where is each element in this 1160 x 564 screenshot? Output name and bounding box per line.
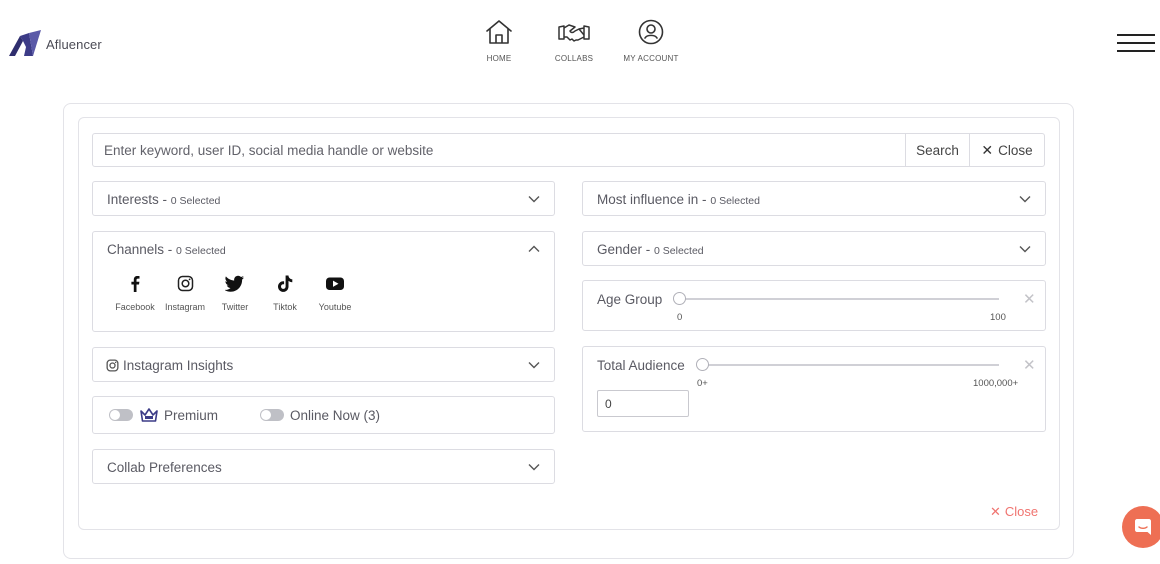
channel-tiktok-label: Tiktok: [273, 302, 297, 312]
nav-my-account-label: MY ACCOUNT: [623, 54, 679, 63]
channel-twitter[interactable]: Twitter: [209, 275, 261, 315]
nav-collabs[interactable]: COLLABS: [549, 18, 599, 63]
total-audience-min-label: 0+: [697, 378, 708, 389]
collab-preferences-title: Collab Preferences: [107, 459, 222, 475]
most-influence-dropdown[interactable]: Most influence in - 0 Selected: [582, 181, 1046, 216]
toggles-row-box: Premium Online Now (3): [92, 396, 555, 434]
chevron-down-icon: [528, 464, 540, 471]
search-button[interactable]: Search: [905, 134, 969, 166]
chevron-down-icon: [1019, 196, 1031, 203]
age-group-track[interactable]: [679, 298, 999, 300]
total-audience-clear-icon[interactable]: ✕: [1023, 356, 1036, 374]
total-audience-filter: Total Audience 0+ 1000,000+ ✕: [582, 346, 1046, 432]
close-filters-button[interactable]: ✕ Close: [990, 504, 1038, 520]
premium-label: Premium: [164, 407, 219, 423]
search-input[interactable]: [93, 134, 905, 166]
total-audience-input[interactable]: [597, 390, 689, 417]
age-group-label: Age Group: [597, 292, 663, 307]
nav-home[interactable]: HOME: [479, 18, 519, 63]
hamburger-menu-button[interactable]: [1117, 34, 1155, 54]
collab-preferences-dropdown[interactable]: Collab Preferences: [92, 449, 555, 484]
handshake-icon: [558, 24, 590, 42]
close-search-button[interactable]: ✕ Close: [969, 134, 1044, 166]
age-group-min-label: 0: [677, 312, 683, 323]
channel-instagram[interactable]: Instagram: [159, 275, 211, 315]
search-bar: Search ✕ Close: [92, 133, 1045, 167]
chevron-down-icon: [528, 362, 540, 369]
channels-title: Channels - 0 Selected: [107, 241, 226, 257]
age-group-filter: Age Group 0 100 ✕: [582, 280, 1046, 331]
online-now-label: Online Now (3): [290, 407, 381, 423]
interests-dropdown[interactable]: Interests - 0 Selected: [92, 181, 555, 216]
nav-home-label: HOME: [486, 54, 512, 63]
total-audience-label: Total Audience: [597, 358, 685, 373]
channel-youtube-label: Youtube: [318, 302, 352, 312]
age-group-max-label: 100: [990, 312, 1006, 323]
hamburger-line: [1117, 34, 1155, 36]
channels-panel: Channels - 0 Selected Facebook Instagram…: [92, 231, 555, 332]
total-audience-max-label: 1000,000+: [973, 378, 1019, 389]
age-group-clear-icon[interactable]: ✕: [1023, 290, 1036, 308]
close-icon: ✕: [981, 141, 994, 158]
close-icon: ✕: [990, 504, 1001, 519]
home-icon: [486, 20, 512, 44]
gender-title: Gender - 0 Selected: [597, 241, 704, 257]
channel-instagram-label: Instagram: [164, 302, 206, 312]
age-group-slider-handle[interactable]: [673, 292, 686, 305]
facebook-icon: [131, 276, 140, 292]
instagram-insights-title: Instagram Insights: [106, 358, 233, 373]
tiktok-icon: [278, 275, 293, 292]
channel-youtube[interactable]: Youtube: [309, 275, 361, 315]
channel-list: Facebook Instagram Twitter Tiktok Youtub…: [93, 266, 554, 315]
hamburger-line: [1117, 50, 1155, 52]
instagram-icon: [177, 275, 193, 292]
channel-twitter-label: Twitter: [221, 302, 249, 312]
interests-title: Interests - 0 Selected: [107, 191, 221, 207]
crown-icon: [140, 408, 158, 422]
instagram-small-icon: [106, 358, 119, 372]
twitter-icon: [225, 275, 244, 292]
chevron-down-icon: [528, 196, 540, 203]
search-button-label: Search: [916, 142, 959, 158]
channel-tiktok[interactable]: Tiktok: [259, 275, 311, 315]
channels-header[interactable]: Channels - 0 Selected: [93, 232, 554, 266]
premium-toggle[interactable]: [109, 409, 133, 421]
channel-facebook[interactable]: Facebook: [109, 275, 161, 315]
nav-collabs-label: COLLABS: [554, 54, 594, 63]
youtube-icon: [326, 277, 344, 290]
instagram-insights-dropdown[interactable]: Instagram Insights: [92, 347, 555, 382]
hamburger-line: [1117, 42, 1155, 44]
most-influence-title: Most influence in - 0 Selected: [597, 191, 760, 207]
chevron-down-icon: [1019, 246, 1031, 253]
chevron-up-icon: [528, 245, 540, 252]
close-filters-label: Close: [1004, 504, 1039, 519]
online-now-toggle[interactable]: [260, 409, 285, 421]
channel-facebook-label: Facebook: [115, 302, 155, 312]
total-audience-slider-handle[interactable]: [696, 358, 709, 371]
gender-dropdown[interactable]: Gender - 0 Selected: [582, 231, 1046, 266]
total-audience-track[interactable]: [701, 364, 999, 366]
close-search-label: Close: [998, 142, 1033, 158]
user-circle-icon: [638, 19, 664, 45]
nav-my-account[interactable]: MY ACCOUNT: [620, 18, 682, 63]
chat-icon: [1135, 519, 1151, 535]
top-navigation: HOME COLLABS MY ACCOUNT: [0, 18, 1160, 74]
chat-launcher-button[interactable]: [1122, 506, 1160, 548]
